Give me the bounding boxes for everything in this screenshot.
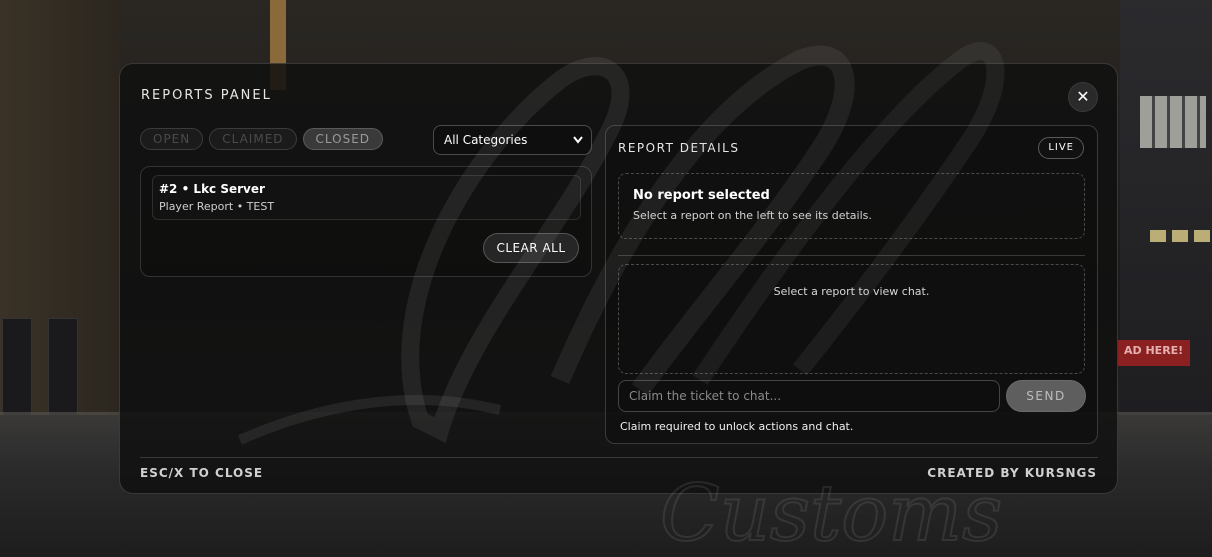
report-details-panel: REPORT DETAILS LIVE No report selected S…	[605, 125, 1098, 444]
status-tabs: OPEN CLAIMED CLOSED	[140, 128, 384, 150]
close-button[interactable]: ✕	[1068, 82, 1098, 112]
ad-sign: AD HERE!	[1118, 340, 1190, 366]
empty-title: No report selected	[633, 188, 770, 203]
empty-subtitle: Select a report on the left to see its d…	[633, 209, 872, 222]
report-subtitle: Player Report • TEST	[159, 200, 275, 213]
payphone	[48, 318, 78, 416]
window-lights	[1150, 230, 1210, 242]
footer-credit: CREATED BY KURSNGS	[927, 466, 1097, 480]
live-badge: LIVE	[1038, 137, 1084, 159]
category-select-value: All Categories	[444, 133, 528, 147]
clear-all-button[interactable]: CLEAR ALL	[483, 233, 579, 263]
report-title: #2 • Lkc Server	[159, 182, 265, 196]
tab-claimed[interactable]: CLAIMED	[209, 128, 297, 150]
panel-title: REPORTS PANEL	[141, 88, 272, 103]
list-item[interactable]: #2 • Lkc Server Player Report • TEST	[152, 175, 581, 220]
footer-close-hint: ESC/X TO CLOSE	[140, 466, 264, 480]
chat-area: Select a report to view chat.	[618, 264, 1085, 374]
chat-empty-message: Select a report to view chat.	[773, 285, 930, 298]
claim-note: Claim required to unlock actions and cha…	[620, 420, 854, 433]
reports-panel: REPORTS PANEL ✕ OPEN CLAIMED CLOSED All …	[119, 63, 1118, 494]
close-icon: ✕	[1076, 87, 1090, 106]
payphone	[2, 318, 32, 416]
send-button[interactable]: SEND	[1006, 380, 1086, 412]
tab-open[interactable]: OPEN	[140, 128, 204, 150]
category-select[interactable]: All Categories	[433, 125, 592, 155]
lit-window	[1140, 96, 1206, 148]
report-info-box: No report selected Select a report on th…	[618, 173, 1085, 239]
chevron-down-icon	[573, 126, 583, 165]
details-title: REPORT DETAILS	[618, 141, 740, 155]
tab-closed[interactable]: CLOSED	[302, 128, 384, 150]
chat-input[interactable]	[618, 380, 1000, 412]
footer-divider	[140, 457, 1098, 458]
report-list: #2 • Lkc Server Player Report • TEST CLE…	[140, 166, 592, 277]
divider	[618, 255, 1085, 256]
